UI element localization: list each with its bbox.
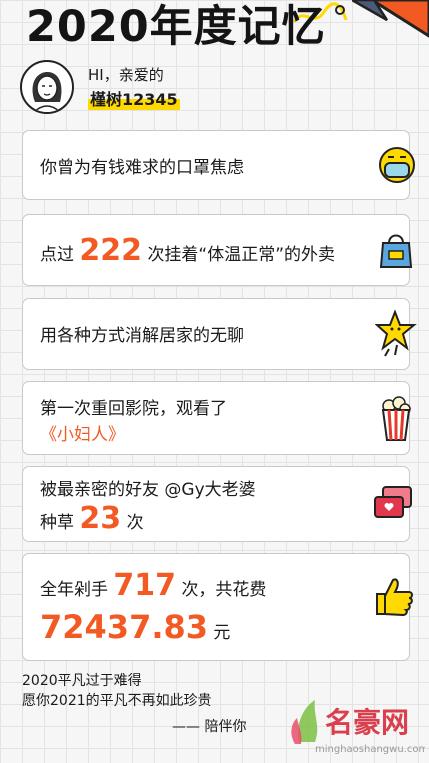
- avatar[interactable]: [20, 60, 74, 114]
- card-text: 用各种方式消解居家的无聊: [40, 326, 244, 346]
- memory-card-shopping: 全年剁手 717 次，共花费 72437.83 元: [22, 553, 413, 661]
- svg-text:minghaoshangwu.com: minghaoshangwu.com: [315, 744, 425, 755]
- card-prefix: 全年剁手: [40, 580, 108, 600]
- star-icon: [375, 309, 417, 357]
- card-text: 你曾为有钱难求的口罩焦虑: [40, 158, 244, 178]
- memory-card-delivery: 点过 222 次挂着“体温正常”的外卖: [22, 214, 413, 286]
- thumbs-up-icon: [376, 578, 413, 617]
- recommend-count: 23: [79, 501, 122, 536]
- footer-signature: —— 陪伴你: [172, 719, 247, 735]
- card-prefix: 点过: [40, 245, 74, 265]
- watermark-logo-icon: 名豪网 minghaoshangwu.com: [291, 700, 425, 755]
- memory-card-mask: 你曾为有钱难求的口罩焦虑: [22, 130, 415, 200]
- corner-decoration-icon: [352, 0, 429, 38]
- footer-line2: 愿你2021的平凡不再如此珍贵: [22, 693, 212, 709]
- memory-card-home: 用各种方式消解居家的无聊: [22, 298, 417, 370]
- svg-text:名豪网: 名豪网: [325, 706, 409, 739]
- currency-unit: 元: [213, 623, 231, 643]
- popcorn-icon: [381, 396, 411, 441]
- footer-line1: 2020平凡过于难得: [22, 673, 142, 689]
- card-line2: 种草 23 次: [40, 501, 144, 536]
- delivery-bag-icon: [379, 234, 413, 268]
- card-line1: 被最亲密的好友 @Gy大老婆: [40, 480, 256, 500]
- chat-bubble-icon: [374, 486, 412, 518]
- card-suffix: 次挂着“体温正常”的外卖: [147, 245, 336, 265]
- card-suffix: 次，共花费: [181, 580, 267, 600]
- avatar-sketch-icon: [32, 71, 62, 112]
- card-prefix: 种草: [40, 513, 74, 533]
- greeting: HI，亲爱的: [88, 66, 164, 84]
- purchase-count: 717: [113, 568, 177, 603]
- memory-card-friend: 被最亲密的好友 @Gy大老婆 种草 23 次: [22, 466, 412, 542]
- movie-title[interactable]: 《小妇人》: [40, 420, 125, 445]
- card-line1: 第一次重回影院，观看了: [40, 399, 227, 419]
- card-line1: 全年剁手 717 次，共花费: [40, 568, 266, 603]
- card-suffix: 次: [126, 513, 144, 533]
- username: 槿树12345: [88, 86, 180, 110]
- card-text: 点过 222 次挂着“体温正常”的外卖: [40, 233, 335, 268]
- memory-card-cinema: 第一次重回影院，观看了 《小妇人》: [22, 381, 411, 455]
- spending-amount: 72437.83: [40, 608, 209, 646]
- delivery-count: 222: [79, 233, 143, 268]
- page-title: 2020年度记忆: [26, 2, 326, 52]
- card-line2: 72437.83 元: [40, 608, 230, 646]
- mask-icon: [379, 147, 415, 183]
